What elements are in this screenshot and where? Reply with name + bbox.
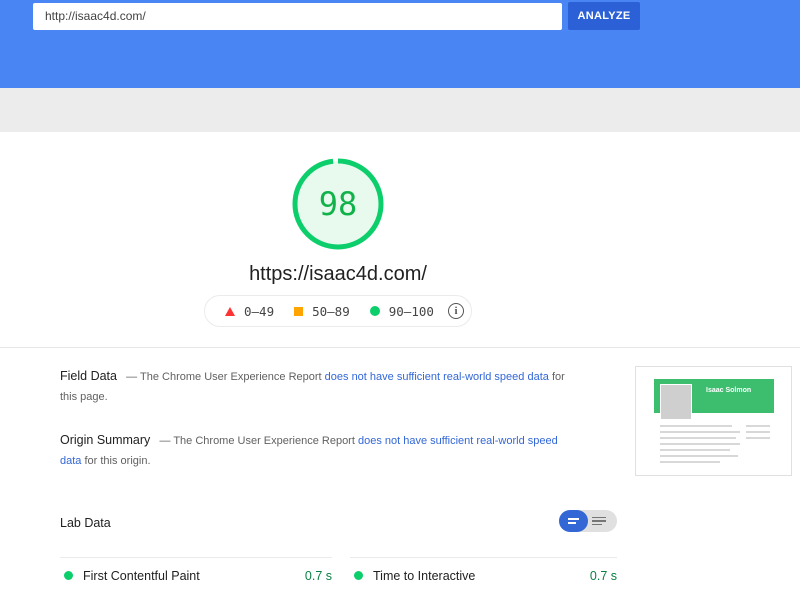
legend-poor: 0–49 <box>225 304 274 319</box>
field-data-title: Field Data <box>60 369 117 383</box>
thumbnail-text-line <box>660 437 736 439</box>
good-status-icon <box>354 571 363 580</box>
origin-summary-suffix: for this origin. <box>84 455 151 467</box>
metric-first-contentful-paint: First Contentful Paint 0.7 s <box>60 557 332 593</box>
metric-name: Time to Interactive <box>373 568 476 583</box>
field-data-section: Field Data — The Chrome User Experience … <box>60 366 572 407</box>
thumbnail-text-line <box>746 425 770 427</box>
triangle-icon <box>225 306 235 316</box>
tab-bar <box>0 88 800 132</box>
score-value: 98 <box>318 185 358 223</box>
thumbnail-text-line <box>660 449 730 451</box>
field-data-link[interactable]: does not have sufficient real-world spee… <box>325 371 549 383</box>
origin-summary-dash: — <box>159 435 171 447</box>
bar-icon <box>568 522 576 524</box>
good-status-icon <box>64 571 73 580</box>
thumbnail-topbar <box>636 367 791 379</box>
thumbnail-text-line <box>660 461 720 463</box>
compact-view-button[interactable] <box>559 510 588 532</box>
score-gauge: 98 <box>290 156 386 252</box>
expanded-view-button[interactable] <box>592 510 617 532</box>
header-bar: ANALYZE <box>0 0 800 88</box>
thumbnail-name: Isaac Solmon <box>706 387 752 394</box>
thumbnail-text-line <box>660 443 740 445</box>
line-icon <box>592 520 606 522</box>
url-input[interactable] <box>33 3 562 30</box>
section-divider <box>0 347 800 348</box>
score-legend: 0–49 50–89 90–100 i <box>204 295 472 327</box>
legend-average-label: 50–89 <box>312 303 350 319</box>
analyzed-url: https://isaac4d.com/ <box>249 263 427 285</box>
info-icon[interactable]: i <box>448 303 464 319</box>
thumbnail-text-line <box>660 431 740 433</box>
line-icon <box>592 523 602 526</box>
line-icon <box>592 516 606 519</box>
metric-time-to-interactive: Time to Interactive 0.7 s <box>350 557 617 593</box>
origin-summary-prefix: The Chrome User Experience Report <box>173 435 355 447</box>
legend-poor-label: 0–49 <box>244 303 275 319</box>
thumbnail-photo <box>660 384 692 420</box>
thumbnail-text-line <box>746 437 770 439</box>
field-data-dash: — <box>126 371 138 383</box>
metric-value: 0.7 s <box>589 568 617 583</box>
square-icon <box>294 306 304 316</box>
origin-summary-section: Origin Summary — The Chrome User Experie… <box>60 430 572 471</box>
thumbnail-text-line <box>660 455 738 457</box>
legend-average: 50–89 <box>294 304 350 319</box>
circle-icon <box>369 306 380 316</box>
bar-icon <box>568 518 579 520</box>
legend-good-label: 90–100 <box>388 303 434 319</box>
field-data-prefix: The Chrome User Experience Report <box>140 371 322 383</box>
lab-data-title: Lab Data <box>60 516 111 530</box>
origin-summary-title: Origin Summary <box>60 433 151 447</box>
thumbnail-text-line <box>660 425 732 427</box>
metric-value: 0.7 s <box>304 568 332 583</box>
thumbnail-text-line <box>746 431 770 433</box>
view-toggle[interactable] <box>559 510 617 532</box>
legend-good: 90–100 <box>369 303 434 319</box>
page-screenshot-thumbnail: Isaac Solmon <box>635 366 792 476</box>
metric-name: First Contentful Paint <box>83 568 200 583</box>
analyze-button[interactable]: ANALYZE <box>568 2 640 30</box>
